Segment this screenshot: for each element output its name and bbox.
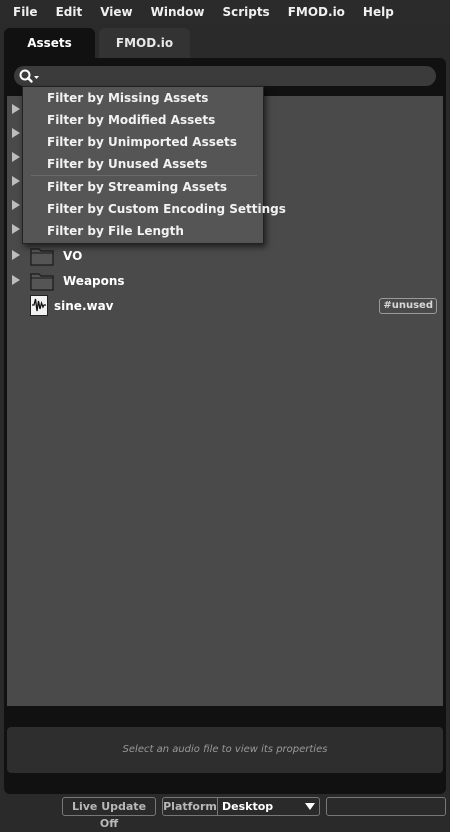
status-bar: Live Update Off Platform Desktop (0, 795, 450, 830)
menu-file[interactable]: File (0, 0, 47, 24)
file-row-sine[interactable]: sine.wav #unused (7, 294, 443, 318)
audio-file-icon (30, 295, 48, 316)
expand-arrow-icon[interactable] (12, 176, 20, 186)
folder-icon (30, 246, 54, 266)
chevron-down-icon (305, 803, 315, 810)
menu-scripts[interactable]: Scripts (213, 0, 278, 24)
filter-unused-assets[interactable]: Filter by Unused Assets (47, 154, 207, 174)
filter-unimported-assets[interactable]: Filter by Unimported Assets (47, 132, 237, 152)
tab-fmodio[interactable]: FMOD.io (99, 28, 190, 58)
search-icon[interactable] (18, 68, 42, 84)
expand-arrow-icon[interactable] (12, 128, 20, 138)
menu-view[interactable]: View (91, 0, 141, 24)
expand-arrow-icon[interactable] (12, 224, 20, 234)
properties-panel: Select an audio file to view its propert… (7, 727, 443, 773)
expand-arrow-icon[interactable] (12, 250, 20, 260)
tab-assets[interactable]: Assets (4, 28, 95, 58)
filter-missing-assets[interactable]: Filter by Missing Assets (47, 88, 208, 108)
folder-label: Weapons (63, 274, 125, 288)
menu-fmodio[interactable]: FMOD.io (279, 0, 354, 24)
filter-modified-assets[interactable]: Filter by Modified Assets (47, 110, 215, 130)
filter-file-length[interactable]: Filter by File Length (47, 221, 184, 241)
platform-selector[interactable]: Platform Desktop (162, 797, 320, 816)
file-label: sine.wav (54, 299, 114, 313)
filter-custom-encoding[interactable]: Filter by Custom Encoding Settings (47, 199, 286, 219)
properties-hint: Select an audio file to view its propert… (122, 744, 328, 755)
tab-bar: Assets FMOD.io (4, 28, 194, 58)
search-input[interactable] (14, 66, 436, 86)
live-update-button[interactable]: Live Update Off (62, 797, 156, 830)
platform-value: Desktop (222, 800, 274, 813)
folder-label: VO (63, 249, 83, 263)
expand-arrow-icon[interactable] (12, 275, 20, 285)
menu-help[interactable]: Help (354, 0, 403, 24)
menu-edit[interactable]: Edit (47, 0, 92, 24)
menu-separator (31, 175, 257, 176)
menu-bar: File Edit View Window Scripts FMOD.io He… (0, 0, 450, 24)
unused-badge: #unused (379, 298, 437, 314)
filter-dropdown-menu: Filter by Missing Assets Filter by Modif… (22, 86, 286, 244)
folder-icon (30, 271, 54, 291)
folder-row-weapons[interactable]: Weapons (7, 269, 443, 293)
filter-streaming-assets[interactable]: Filter by Streaming Assets (47, 177, 227, 197)
platform-dropdown[interactable]: Desktop (218, 798, 319, 815)
status-field (326, 797, 446, 816)
expand-arrow-icon[interactable] (12, 104, 20, 114)
folder-row-vo[interactable]: VO (7, 244, 443, 268)
expand-arrow-icon[interactable] (12, 200, 20, 210)
expand-arrow-icon[interactable] (12, 152, 20, 162)
menu-window[interactable]: Window (142, 0, 214, 24)
platform-label: Platform (163, 798, 218, 815)
